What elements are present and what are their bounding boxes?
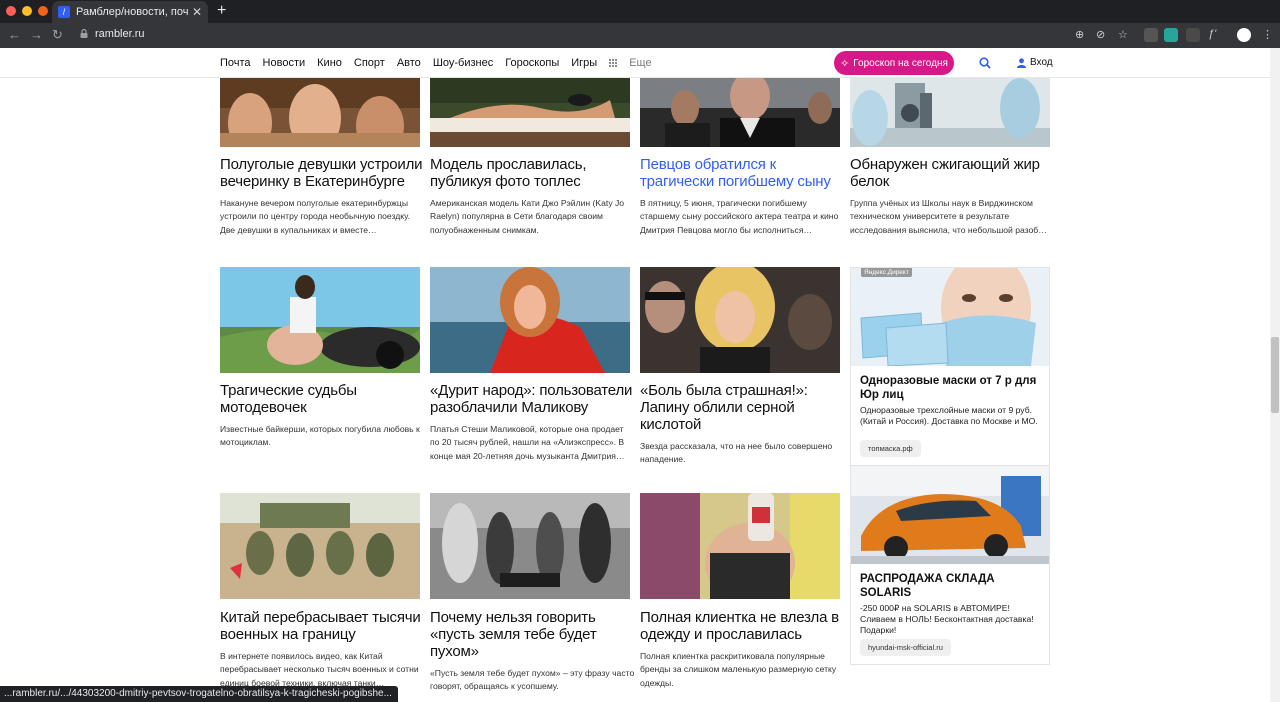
- lock-icon[interactable]: [80, 29, 88, 38]
- news-title[interactable]: Китай перебрасывает тысячи военных на гр…: [220, 609, 425, 643]
- nav-item-games[interactable]: Игры: [571, 57, 597, 69]
- news-title[interactable]: «Боль была страшная!»: Лапину облили сер…: [640, 382, 845, 433]
- hide-eye-icon[interactable]: ⊘: [1096, 28, 1105, 41]
- tab-close-icon[interactable]: ✕: [192, 5, 202, 19]
- news-title[interactable]: Певцов обратился к трагически погибшему …: [640, 156, 845, 190]
- sparkle-icon: ✧: [840, 57, 850, 70]
- news-lead: Американская модель Кати Джо Рэйлин (Kat…: [430, 198, 625, 235]
- extension-f-icon[interactable]: ƒ': [1208, 28, 1216, 40]
- ad-image[interactable]: Яндекс.Директ: [851, 268, 1049, 366]
- nav-item-auto[interactable]: Авто: [397, 57, 421, 69]
- news-image[interactable]: [640, 493, 840, 599]
- forward-button[interactable]: →: [30, 27, 43, 42]
- address-bar: ← → ↻ rambler.ru ⊕ ⊘ ☆ ƒ' ⋮: [0, 23, 1280, 48]
- news-lead: В пятницу, 5 июня, трагически погибшему …: [640, 198, 839, 235]
- news-lead: «Пусть земля тебе будет пухом» – эту фра…: [430, 668, 635, 692]
- maximize-window-button[interactable]: [38, 6, 48, 16]
- search-icon[interactable]: [979, 57, 991, 69]
- close-window-button[interactable]: [6, 6, 16, 16]
- new-tab-button[interactable]: +: [217, 2, 226, 20]
- nav-item-mail[interactable]: Почта: [220, 57, 251, 69]
- news-image[interactable]: [640, 267, 840, 373]
- extension-icon[interactable]: [1144, 28, 1158, 42]
- rambler-favicon-icon: /: [58, 6, 70, 18]
- news-lead: Известные байкерши, которых погубила люб…: [220, 424, 420, 448]
- news-image[interactable]: [850, 78, 1050, 147]
- main-nav: Почта Новости Кино Спорт Авто Шоу-бизнес…: [220, 57, 676, 69]
- news-lead: В интернете появилось видео, как Китай п…: [220, 651, 419, 688]
- url-field[interactable]: rambler.ru: [95, 28, 145, 40]
- profile-avatar-icon[interactable]: [1237, 28, 1251, 42]
- extension-s-icon[interactable]: [1164, 28, 1178, 42]
- news-lead: Группа учёных из Школы наук в Вирджинско…: [850, 198, 1047, 235]
- window-controls: [6, 6, 48, 16]
- user-icon: [1017, 57, 1026, 68]
- site-header: Почта Новости Кино Спорт Авто Шоу-бизнес…: [0, 48, 1270, 78]
- ad-source-tag: Яндекс.Директ: [861, 268, 912, 277]
- nav-more-label: Еще: [629, 57, 652, 69]
- scrollbar-thumb[interactable]: [1271, 337, 1279, 413]
- news-image[interactable]: [220, 493, 420, 599]
- login-label: Вход: [1030, 57, 1053, 68]
- news-lead: Платья Стеши Маликовой, которые она прод…: [430, 424, 625, 461]
- news-title[interactable]: «Дурит народ»: пользователи разоблачили …: [430, 382, 635, 416]
- news-title[interactable]: Модель прославилась, публикуя фото топле…: [430, 156, 635, 190]
- news-image[interactable]: [430, 267, 630, 373]
- ad-text: Одноразовые трехслойные маски от 9 руб. …: [860, 405, 1038, 426]
- ad-domain[interactable]: hyundai-msk-official.ru: [860, 639, 951, 656]
- news-image[interactable]: [430, 78, 630, 147]
- news-title[interactable]: Обнаружен сжигающий жир белок: [850, 156, 1055, 190]
- grid-icon: [609, 59, 618, 67]
- nav-item-sport[interactable]: Спорт: [354, 57, 385, 69]
- menu-dots-icon[interactable]: ⋮: [1262, 28, 1273, 41]
- nav-more[interactable]: Еще: [609, 57, 663, 69]
- news-image[interactable]: [430, 493, 630, 599]
- bookmark-star-icon[interactable]: ☆: [1118, 28, 1128, 41]
- ad-domain[interactable]: топмаска.рф: [860, 440, 921, 457]
- tab-title: Рамблер/новости, почта: [76, 6, 188, 18]
- ad-title[interactable]: Одноразовые маски от 7 р для Юр лиц: [860, 374, 1045, 402]
- ad-title[interactable]: РАСПРОДАЖА СКЛАДА SOLARIS: [860, 572, 1045, 600]
- ad-image[interactable]: [851, 466, 1049, 564]
- nav-item-horoscopes[interactable]: Гороскопы: [505, 57, 559, 69]
- nav-item-cinema[interactable]: Кино: [317, 57, 342, 69]
- nav-item-news[interactable]: Новости: [263, 57, 306, 69]
- news-image[interactable]: [640, 78, 840, 147]
- nav-item-showbiz[interactable]: Шоу-бизнес: [433, 57, 493, 69]
- browser-tab-bar: / Рамблер/новости, почта ✕ +: [0, 0, 1280, 23]
- horoscope-button[interactable]: ✧ Гороскоп на сегодня: [834, 51, 954, 75]
- add-icon[interactable]: ⊕: [1075, 28, 1084, 41]
- news-image[interactable]: [220, 78, 420, 147]
- back-button[interactable]: ←: [8, 27, 21, 42]
- minimize-window-button[interactable]: [22, 6, 32, 16]
- ad-card[interactable]: Яндекс.Директ Одноразовые маски от 7 р д…: [850, 267, 1050, 466]
- news-lead: Накануне вечером полуголые екатеринбуржц…: [220, 198, 410, 235]
- news-lead: Полная клиентка раскритиковала популярны…: [640, 651, 837, 688]
- link-status-bar: ...rambler.ru/.../44303200-dmitriy-pevts…: [0, 686, 398, 702]
- news-title[interactable]: Трагические судьбы мотодевочек: [220, 382, 425, 416]
- horoscope-button-label: Гороскоп на сегодня: [853, 57, 948, 69]
- ad-card[interactable]: РАСПРОДАЖА СКЛАДА SOLARIS -250 000₽ на S…: [850, 466, 1050, 665]
- ad-text: -250 000₽ на SOLARIS в АВТОМИРЕ! Сливаем…: [860, 603, 1034, 635]
- login-link[interactable]: Вход: [1017, 57, 1053, 68]
- news-lead: Звезда рассказала, что на нее было совер…: [640, 441, 833, 465]
- news-image[interactable]: [220, 267, 420, 373]
- extension-bridge-icon[interactable]: [1186, 28, 1200, 42]
- active-tab[interactable]: / Рамблер/новости, почта ✕: [52, 1, 208, 23]
- reload-button[interactable]: ↻: [52, 27, 63, 43]
- news-title[interactable]: Почему нельзя говорить «пусть земля тебе…: [430, 609, 635, 660]
- news-title[interactable]: Полуголые девушки устроили вечеринку в Е…: [220, 156, 425, 190]
- news-title[interactable]: Полная клиентка не влезла в одежду и про…: [640, 609, 845, 643]
